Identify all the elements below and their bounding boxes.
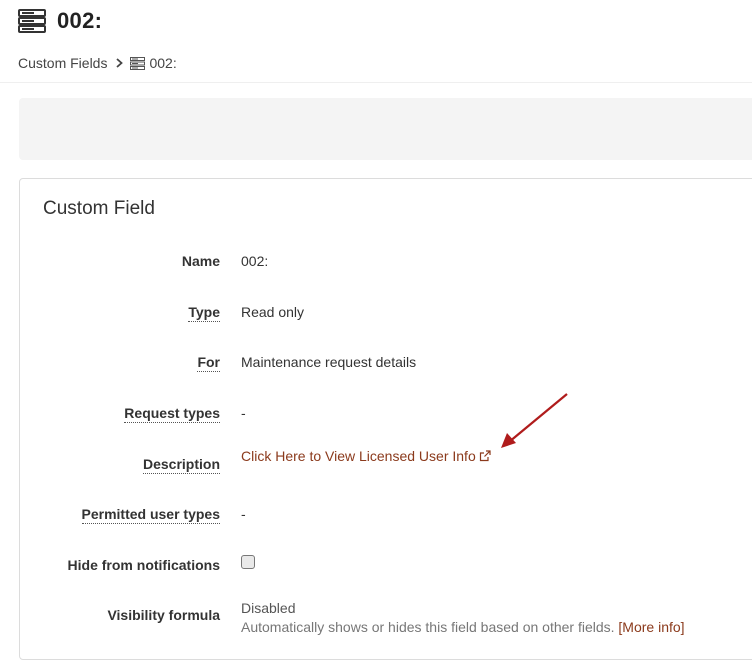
visibility-hint: Automatically shows or hides this field … [241, 619, 615, 635]
licensed-user-info-link-text: Click Here to View Licensed User Info [241, 448, 476, 464]
field-label-permitted-user-types[interactable]: Permitted user types [81, 506, 220, 524]
page-title: 002: [57, 8, 103, 33]
visibility-status: Disabled [241, 600, 296, 616]
field-row-description: Description Click Here to View Licensed … [20, 448, 752, 478]
field-row-type: Type Read only [20, 302, 752, 326]
field-row-request-types: Request types - [20, 403, 752, 427]
field-label-name: Name [181, 253, 220, 269]
field-value-name: 002: [241, 253, 269, 269]
toolbar-panel [19, 98, 752, 160]
field-label-visibility-formula: Visibility formula [107, 607, 220, 623]
licensed-user-info-link[interactable]: Click Here to View Licensed User Info [241, 448, 491, 464]
field-label-type[interactable]: Type [188, 304, 220, 322]
field-value-type: Read only [241, 304, 305, 320]
server-stack-icon [18, 9, 46, 33]
field-row-visibility-formula: Visibility formula Disabled Automaticall… [20, 600, 752, 647]
field-value-request-types: - [241, 405, 246, 421]
field-row-name: Name 002: [20, 251, 752, 275]
breadcrumb: Custom Fields 002: [18, 55, 177, 71]
chevron-right-icon [116, 58, 124, 68]
breadcrumb-current: 002: [149, 55, 177, 71]
header-divider [0, 82, 752, 83]
more-info-link[interactable]: [More info] [618, 619, 684, 635]
field-label-description[interactable]: Description [142, 456, 220, 474]
page-header: 002: [18, 6, 102, 36]
field-value-description: Click Here to View Licensed User Info [241, 448, 491, 465]
field-value-visibility-formula: Disabled Automatically shows or hides th… [241, 599, 685, 637]
custom-field-card: Custom Field Name 002: Type Read only Fo… [19, 178, 752, 660]
field-row-hide-from-notifications: Hide from notifications [20, 555, 752, 579]
field-row-permitted-user-types: Permitted user types - [20, 504, 752, 528]
server-stack-icon [130, 56, 146, 70]
card-title: Custom Field [43, 198, 155, 219]
field-label-request-types[interactable]: Request types [124, 405, 220, 423]
external-link-icon [479, 449, 491, 465]
breadcrumb-custom-fields-link[interactable]: Custom Fields [18, 55, 107, 71]
field-value-permitted-user-types: - [241, 506, 246, 522]
field-label-hide-from-notifications: Hide from notifications [67, 557, 220, 573]
field-value-for: Maintenance request details [241, 354, 417, 370]
field-label-for[interactable]: For [197, 354, 220, 372]
field-row-for: For Maintenance request details [20, 352, 752, 376]
hide-from-notifications-checkbox[interactable] [241, 555, 255, 569]
